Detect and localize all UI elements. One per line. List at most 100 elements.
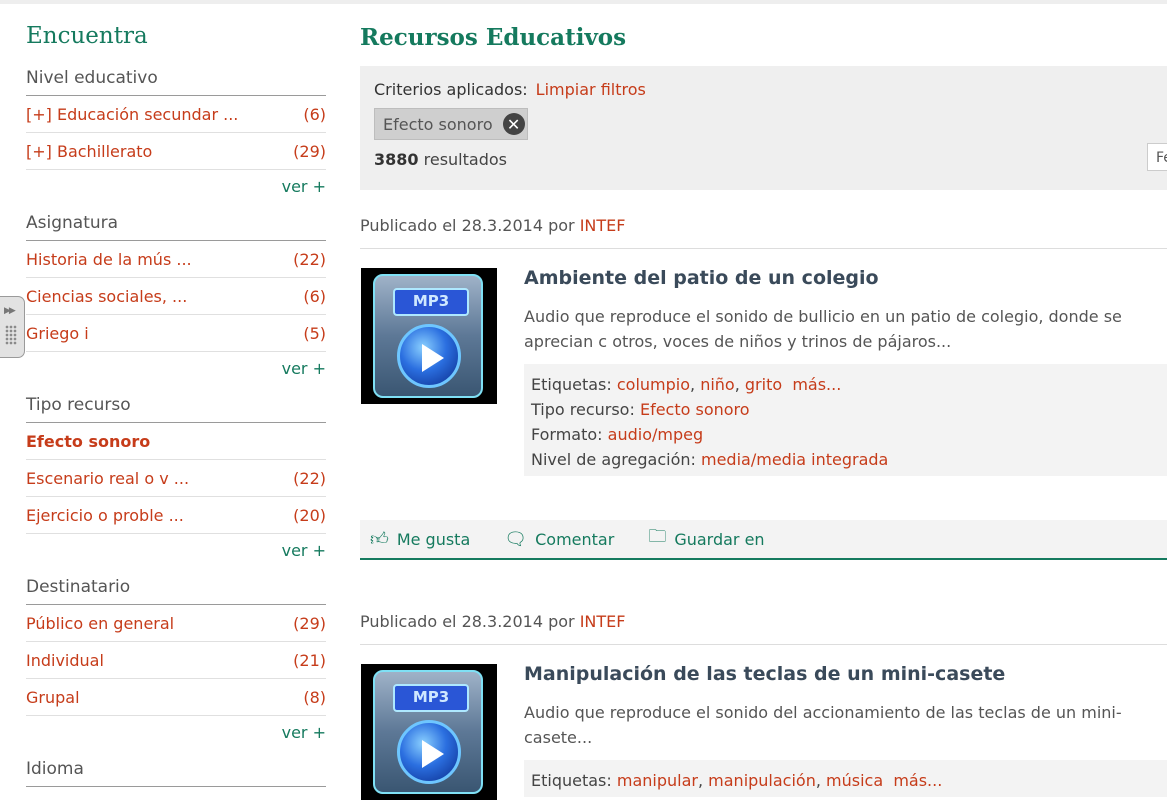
filter-section-asignatura: Asignatura Historia de la mús ... (22) Ci… xyxy=(26,212,326,388)
filter-count: (20) xyxy=(293,505,326,525)
criteria-line: Criterios aplicados: Limpiar filtros xyxy=(374,80,646,99)
filter-count: (21) xyxy=(293,650,326,670)
filter-section-title: Idioma xyxy=(26,758,326,787)
page-title: Recursos Educativos xyxy=(360,24,627,51)
thumbs-up-icon: 👍︎ xyxy=(370,529,389,550)
close-icon[interactable]: ✕ xyxy=(502,113,525,135)
result-title[interactable]: Ambiente del patio de un colegio xyxy=(524,265,1167,291)
save-to-button[interactable]: 🗀︎ Guardar en xyxy=(648,524,764,554)
filter-item[interactable]: Escenario real o v ... (22) xyxy=(26,460,326,497)
filter-item[interactable]: Ciencias sociales, ... (6) xyxy=(26,278,326,315)
result-actions-bar: 👍︎ Me gusta 🗨︎ Comentar 🗀︎ Guardar en xyxy=(360,520,1167,560)
tag-link[interactable]: columpio xyxy=(617,375,690,394)
top-divider xyxy=(0,0,1167,4)
filter-count: (8) xyxy=(303,687,326,707)
see-more-link[interactable]: ver + xyxy=(26,352,326,388)
filter-item[interactable]: Grupal (8) xyxy=(26,679,326,716)
filter-section-title: Tipo recurso xyxy=(26,394,326,423)
more-tags-link[interactable]: más... xyxy=(792,375,841,394)
like-button[interactable]: 👍︎ Me gusta xyxy=(370,528,470,550)
aggregation-link[interactable]: media/media integrada xyxy=(701,450,888,469)
filter-sidebar: Encuentra Nivel educativo [+] Educación … xyxy=(26,22,326,787)
play-icon xyxy=(422,344,444,372)
more-tags-link[interactable]: más... xyxy=(893,771,942,790)
filter-section-title: Destinatario xyxy=(26,576,326,605)
mp3-player-icon: MP3 xyxy=(373,274,483,398)
applied-criteria-box: Criterios aplicados: Limpiar filtros Efec… xyxy=(360,66,1167,190)
filter-count: (22) xyxy=(293,468,326,488)
result-title[interactable]: Manipulación de las teclas de un mini-ca… xyxy=(524,661,1167,687)
tag-link[interactable]: grito xyxy=(745,375,782,394)
tag-link[interactable]: manipular xyxy=(617,771,698,790)
see-more-link[interactable]: ver + xyxy=(26,534,326,570)
filter-item[interactable]: Público en general (29) xyxy=(26,605,326,642)
sidebar-title: Encuentra xyxy=(26,23,148,49)
result-metadata: Etiquetas: columpio, niño, grito más... … xyxy=(524,364,1167,476)
filter-count: (5) xyxy=(303,323,326,343)
mp3-screen: MP3 xyxy=(393,684,469,712)
filter-section-idioma: Idioma xyxy=(26,758,326,787)
filter-chip-label: Efecto sonoro xyxy=(383,114,493,134)
result-card: MP3 Manipulación de las teclas de un min… xyxy=(360,645,1167,800)
results-count: 3880 resultados xyxy=(374,150,507,169)
result-description: Audio que reproduce el sonido del accion… xyxy=(524,703,1122,747)
mp3-player-icon: MP3 xyxy=(373,670,483,794)
see-more-link[interactable]: ver + xyxy=(26,170,326,206)
criteria-label: Criterios aplicados: xyxy=(374,80,528,99)
play-disc-icon xyxy=(397,324,461,388)
grip-icon xyxy=(5,325,17,345)
sort-select[interactable]: Fe xyxy=(1147,143,1167,171)
filter-item[interactable]: Individual (21) xyxy=(26,642,326,679)
double-chevron-right-icon: ▶▶ xyxy=(4,306,16,316)
filter-item[interactable]: [+] Bachillerato (29) xyxy=(26,133,326,170)
result-metadata: Etiquetas: manipular, manipulación, músi… xyxy=(524,760,1167,797)
tag-link[interactable]: música xyxy=(826,771,883,790)
filter-section-title: Asignatura xyxy=(26,212,326,241)
play-disc-icon xyxy=(397,720,461,784)
filter-chip: Efecto sonoro ✕ xyxy=(374,108,528,140)
mp3-thumbnail[interactable]: MP3 xyxy=(361,664,497,800)
clear-filters-link[interactable]: Limpiar filtros xyxy=(536,80,646,99)
filter-item[interactable]: Griego i (5) xyxy=(26,315,326,352)
filter-section-title: Nivel educativo xyxy=(26,67,326,96)
format-row: Formato: audio/mpeg xyxy=(531,425,704,444)
aggregation-row: Nivel de agregación: media/media integra… xyxy=(531,450,889,469)
author-link[interactable]: INTEF xyxy=(580,612,626,631)
filter-count: (29) xyxy=(293,141,326,161)
tags-row: Etiquetas: columpio, niño, grito más... xyxy=(531,375,842,394)
filter-count: (6) xyxy=(303,104,326,124)
filter-count: (29) xyxy=(293,613,326,633)
type-link[interactable]: Efecto sonoro xyxy=(640,400,750,419)
filter-section-destinatario: Destinatario Público en general (29) Indi… xyxy=(26,576,326,752)
comment-icon: 🗨︎ xyxy=(504,528,528,550)
filter-count: (22) xyxy=(293,249,326,269)
tag-link[interactable]: niño xyxy=(700,375,735,394)
filter-section-nivel: Nivel educativo [+] Educación secundar .… xyxy=(26,67,326,206)
author-link[interactable]: INTEF xyxy=(580,216,626,235)
result-body: Ambiente del patio de un colegio Audio q… xyxy=(524,249,1167,476)
comment-button[interactable]: 🗨︎ Comentar xyxy=(504,529,614,550)
filter-count: (6) xyxy=(303,286,326,306)
type-row: Tipo recurso: Efecto sonoro xyxy=(531,400,750,419)
filter-item-active[interactable]: Efecto sonoro xyxy=(26,423,326,460)
published-line: Publicado el 28.3.2014 por INTEF xyxy=(360,600,1167,645)
filter-item[interactable]: [+] Educación secundar ... (6) xyxy=(26,96,326,133)
mp3-thumbnail[interactable]: MP3 xyxy=(361,268,497,404)
format-link[interactable]: audio/mpeg xyxy=(608,425,703,444)
results-label: resultados xyxy=(423,150,507,169)
tag-link[interactable]: manipulación xyxy=(708,771,816,790)
filter-item[interactable]: Ejercicio o proble ... (20) xyxy=(26,497,326,534)
results-number: 3880 xyxy=(374,150,419,169)
see-more-link[interactable]: ver + xyxy=(26,716,326,752)
panel-toggle-handle[interactable]: ▶▶ xyxy=(0,296,25,358)
filter-section-tipo-recurso: Tipo recurso Efecto sonoro Escenario rea… xyxy=(26,394,326,570)
folder-icon: 🗀︎ xyxy=(648,526,667,547)
play-icon xyxy=(422,740,444,768)
mp3-screen: MP3 xyxy=(393,288,469,316)
result-body: Manipulación de las teclas de un mini-ca… xyxy=(524,645,1167,797)
results-panel: Recursos Educativos Criterios aplicados:… xyxy=(360,22,1167,800)
filter-item[interactable]: Historia de la mús ... (22) xyxy=(26,241,326,278)
tags-row: Etiquetas: manipular, manipulación, músi… xyxy=(531,771,943,790)
published-line: Publicado el 28.3.2014 por INTEF xyxy=(360,204,1167,249)
result-card: MP3 Ambiente del patio de un colegio Aud… xyxy=(360,249,1167,560)
